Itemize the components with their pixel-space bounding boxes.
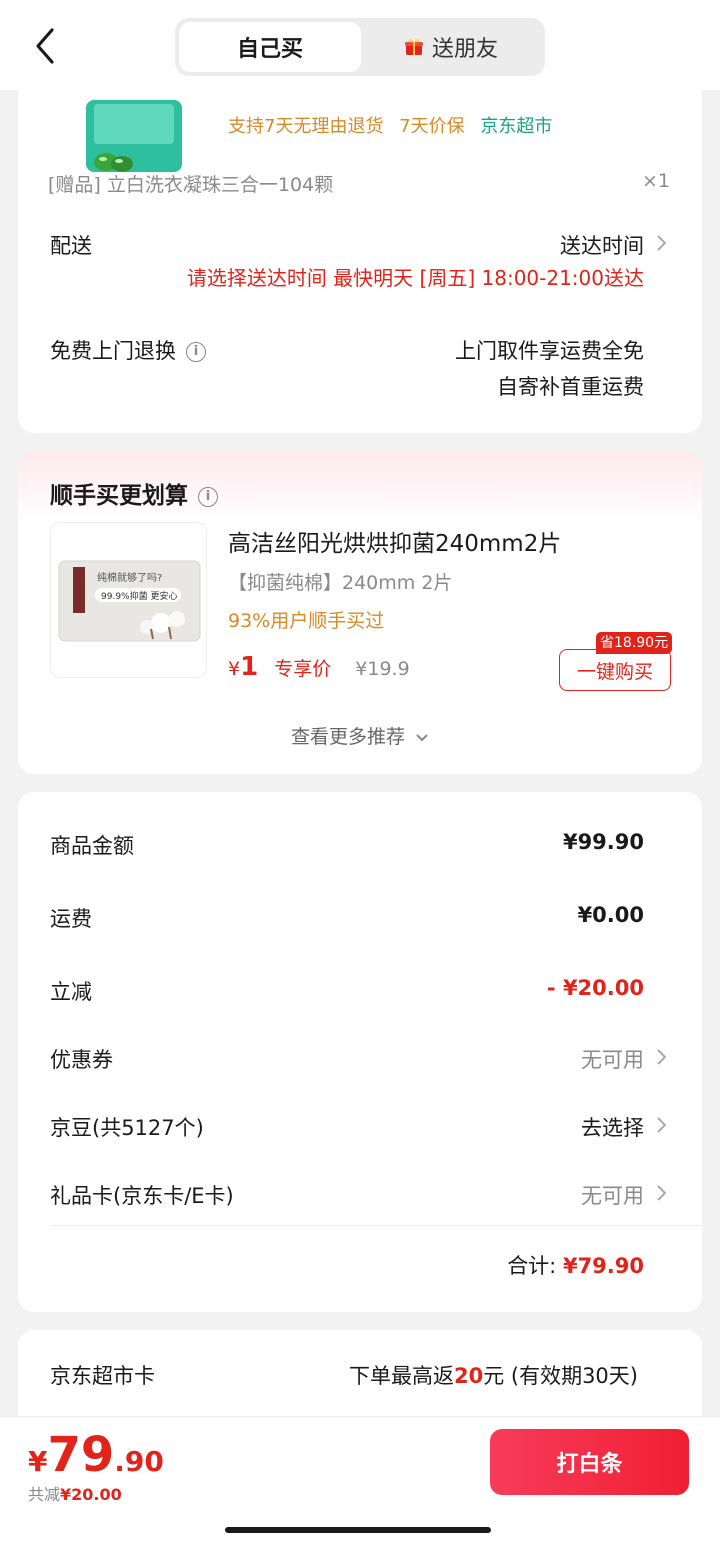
free-return-text: 免费上门退换 [50,339,176,363]
recommend-product-spec: 【抑菌纯棉】240mm 2片 [228,572,453,594]
product-image-caption: 纯棉就够了吗? [97,571,162,584]
coupon-value[interactable]: 无可用 [581,1044,644,1074]
gift-card-label: 礼品卡(京东卡/E卡) [50,1184,234,1208]
save-tag: 省18.90元 [596,632,673,654]
free-return-label: 免费上门退换 i [50,335,206,365]
goods-amount-value: ¥99.90 [562,830,644,854]
total-value: ¥79.90 [562,1254,644,1278]
goods-amount-label: 商品金额 [50,834,134,858]
recommend-product-image[interactable]: 纯棉就够了吗? 99.9%抑菌 更安心 [50,522,207,678]
chevron-down-icon [416,733,428,741]
view-more-recommend[interactable]: 查看更多推荐 [18,722,702,749]
price-symbol: ¥ [228,658,241,680]
home-indicator[interactable] [225,1527,491,1533]
chevron-right-icon[interactable] [654,1047,668,1067]
order-info-card: 支持7天无理由退货 7天价保 京东超市 [赠品] 立白洗衣凝珠三合一104颗 ×… [18,60,702,433]
view-more-label: 查看更多推荐 [290,726,405,748]
discount-label: 立减 [50,980,92,1004]
return-pickup-text: 上门取件享运费全免 [455,339,644,363]
jd-beans-label: 京豆(共5127个) [50,1116,204,1140]
return-self-send-text: 自寄补首重运费 [497,375,644,399]
price-label: 专享价 [274,658,332,680]
coupon-label: 优惠券 [50,1048,113,1072]
pay-baitiao-button[interactable]: 打白条 [490,1429,689,1495]
one-click-buy-button[interactable]: 一键购买 [559,649,671,691]
supermarket-card-reward: 下单最高返20元 (有效期30天) [349,1360,638,1390]
recommend-users-stat: 93%用户顺手买过 [228,610,385,632]
gift-item: [赠品] 立白洗衣凝珠三合一104颗 [48,174,334,196]
tab-send-to-friend[interactable]: 送朋友 [361,22,541,72]
recommend-title-text: 顺手买更划算 [50,483,188,509]
checkout-savings: 共减¥20.00 [28,1481,122,1505]
recommend-card: 顺手买更划算 i 纯棉就够了吗? 99.9%抑菌 更安心 高洁丝阳光烘烘抑菌240… [18,452,702,774]
delivery-time-selector[interactable]: 送达时间 [560,230,644,260]
tab-send-to-friend-label: 送朋友 [431,37,498,62]
info-icon[interactable]: i [198,486,218,507]
gift-quantity: ×1 [641,170,670,192]
info-icon[interactable]: i [186,342,206,362]
supermarket-card-label: 京东超市卡 [50,1364,155,1388]
back-arrow-icon[interactable] [30,26,64,66]
recommend-price: ¥1 专享价 ¥19.9 [228,652,410,682]
delivery-note: 请选择送达时间 最快明天 [周五] 18:00-21:00送达 [186,266,644,290]
chevron-right-icon[interactable] [654,1115,668,1135]
chevron-right-icon[interactable] [654,1183,668,1203]
service-badges: 支持7天无理由退货 7天价保 京东超市 [228,112,562,138]
total-label: 合计: [507,1254,557,1278]
return-policy-badge: 支持7天无理由退货 [228,116,384,137]
currency-symbol: ¥ [28,1445,48,1478]
shipping-label: 运费 [50,907,92,931]
delivery-label: 配送 [50,234,92,258]
product-image-badge: 99.9%抑菌 更安心 [101,590,177,602]
tab-buy-for-self[interactable]: 自己买 [179,22,361,72]
gift-icon [404,37,424,57]
savings-label: 共减 [28,1485,61,1504]
divider [50,1225,702,1226]
checkout-price: ¥79.90 [28,1427,164,1483]
top-bar: 自己买 送朋友 [0,0,720,90]
price-decimal: .90 [114,1445,164,1478]
price-integer: 79 [47,1427,115,1483]
recommend-title: 顺手买更划算 i [50,476,218,510]
shipping-value: ¥0.00 [577,903,644,927]
recommend-product-name[interactable]: 高洁丝阳光烘烘抑菌240mm2片 [228,524,561,558]
jd-beans-value[interactable]: 去选择 [581,1112,644,1142]
price-summary-card: 商品金额 ¥99.90 运费 ¥0.00 立减 - ¥20.00 优惠券 无可用… [18,792,702,1312]
price-value: 1 [240,652,259,682]
reward-prefix: 下单最高返 [348,1364,454,1388]
checkout-bar: ¥79.90 共减¥20.00 打白条 [0,1416,720,1544]
savings-value: ¥20.00 [60,1485,122,1504]
original-price: ¥19.9 [355,658,410,680]
reward-suffix: 元 (有效期30天) [483,1364,638,1388]
order-total: 合计: ¥79.90 [507,1250,644,1280]
purchase-mode-switch: 自己买 送朋友 [175,18,545,76]
price-protect-badge: 7天价保 [399,116,465,137]
jd-supermarket-badge: 京东超市 [480,116,553,137]
product-image[interactable] [76,100,188,180]
gift-card-value[interactable]: 无可用 [581,1180,644,1210]
reward-amount: 20 [453,1364,484,1388]
chevron-right-icon[interactable] [654,233,668,253]
discount-value: - ¥20.00 [546,976,644,1000]
